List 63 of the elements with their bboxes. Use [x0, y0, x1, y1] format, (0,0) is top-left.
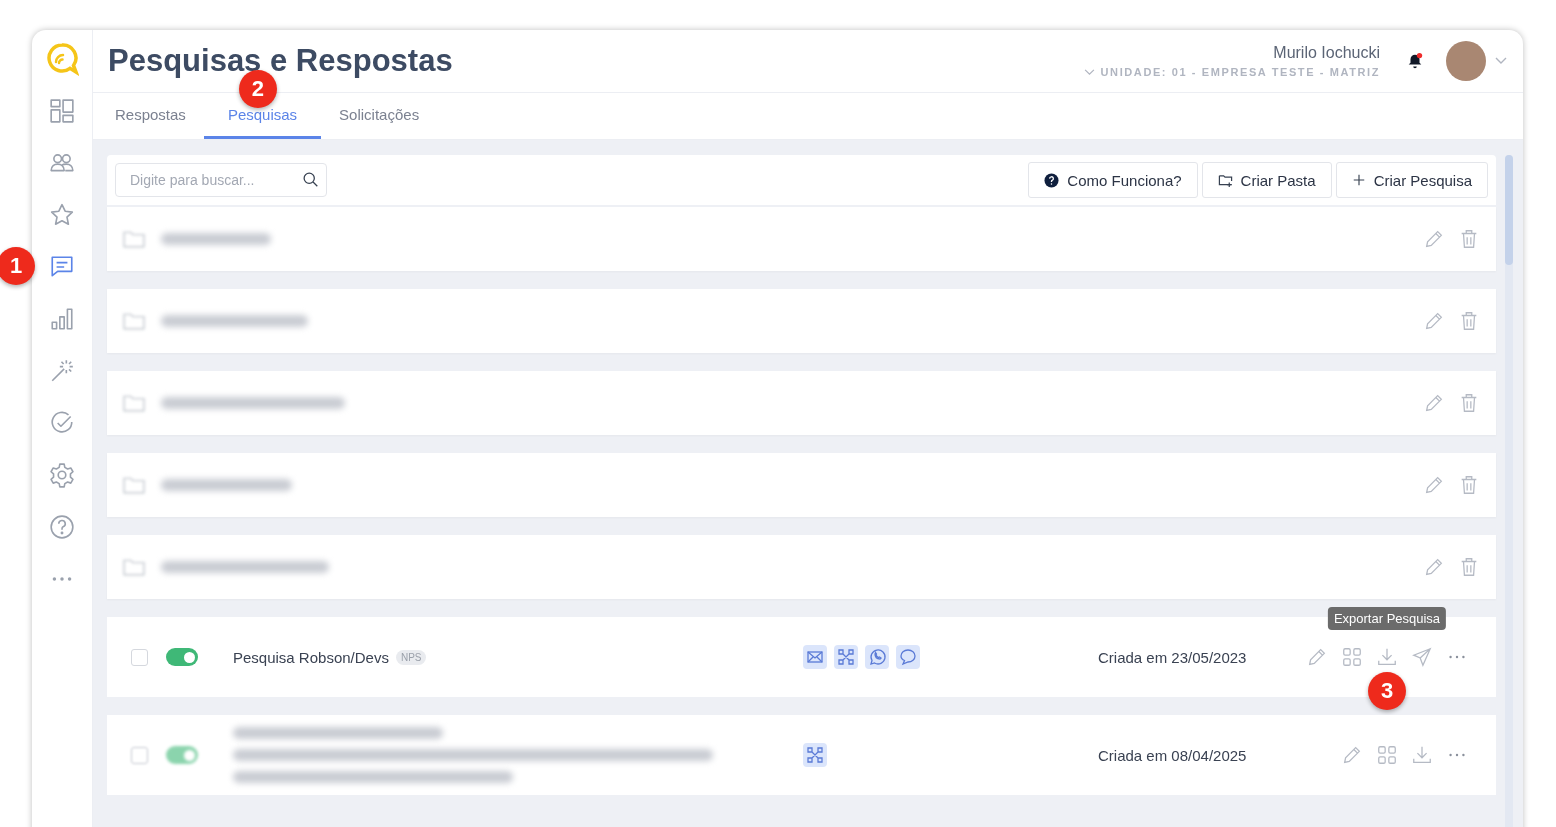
creation-date: Criada em 23/05/2023	[1098, 648, 1248, 666]
tooltip: Exportar Pesquisa	[1327, 607, 1447, 630]
edit-icon[interactable]	[1423, 228, 1445, 250]
help-icon	[1044, 172, 1060, 188]
step-marker: 1	[0, 247, 35, 285]
edit-icon[interactable]	[1423, 556, 1445, 578]
magic-wand-icon[interactable]	[49, 358, 75, 384]
logo-icon	[45, 42, 79, 76]
create-survey-button[interactable]: Criar Pesquisa	[1335, 162, 1488, 198]
folder-row[interactable]	[107, 207, 1496, 271]
grid-icon[interactable]	[1341, 646, 1363, 668]
send-icon[interactable]	[1411, 646, 1433, 668]
email-icon	[803, 645, 827, 669]
qr-code-icon	[834, 645, 858, 669]
tab[interactable]: Solicitações	[321, 93, 438, 139]
step-marker: 3	[1368, 672, 1406, 710]
toggle-switch[interactable]	[166, 648, 198, 666]
avatar[interactable]	[1446, 41, 1486, 81]
dashboard-icon[interactable]	[49, 98, 75, 124]
folder-plus-icon	[1217, 172, 1233, 188]
whatsapp-icon	[865, 645, 889, 669]
folder-icon	[123, 394, 145, 412]
check-circle-icon[interactable]	[49, 410, 75, 436]
folder-row[interactable]	[107, 535, 1496, 599]
checkbox[interactable]	[131, 648, 148, 666]
step-marker: 2	[238, 70, 277, 108]
survey-title: Pesquisa Robson/Devs	[233, 648, 389, 666]
folder-row[interactable]	[107, 453, 1496, 517]
chevron-down-icon[interactable]	[1083, 68, 1095, 76]
download-icon[interactable]	[1376, 646, 1398, 668]
create-folder-button[interactable]: Criar Pasta	[1201, 162, 1332, 198]
folder-icon	[123, 230, 145, 248]
folder-icon	[123, 476, 145, 494]
search-field[interactable]: Digite para buscar...	[115, 163, 327, 197]
user-name: Murilo Iochucki	[1273, 44, 1380, 62]
settings-icon[interactable]	[49, 462, 75, 488]
folder-row[interactable]	[107, 289, 1496, 353]
qr-code-icon	[803, 743, 827, 767]
edit-icon[interactable]	[1306, 646, 1328, 668]
edit-icon[interactable]	[1341, 744, 1363, 766]
chevron-down-icon[interactable]	[1495, 57, 1507, 65]
folder-icon	[123, 558, 145, 576]
chat-bubble-icon	[896, 645, 920, 669]
plus-icon	[1351, 173, 1366, 187]
grid-icon[interactable]	[1376, 744, 1398, 766]
creation-date: Criada em 08/04/2025	[1098, 746, 1248, 764]
tab[interactable]: Respostas	[97, 93, 204, 139]
edit-icon[interactable]	[1423, 474, 1445, 496]
edit-icon[interactable]	[1423, 392, 1445, 414]
folder-icon	[123, 312, 145, 330]
notification-bell-icon[interactable]	[1406, 52, 1424, 70]
scrollbar-thumb[interactable]	[1505, 155, 1513, 265]
search-icon[interactable]	[302, 171, 319, 188]
unit-selector[interactable]: UNIDADE: 01 - EMPRESA TESTE - MATRIZ	[1100, 66, 1380, 78]
download-icon[interactable]	[1411, 744, 1433, 766]
folder-row[interactable]	[107, 371, 1496, 435]
help-button[interactable]: Como Funciona?	[1028, 162, 1198, 198]
help-icon[interactable]	[49, 514, 75, 540]
edit-icon[interactable]	[1423, 310, 1445, 332]
survey-type-tag: NPS	[395, 649, 427, 665]
bar-chart-icon[interactable]	[49, 306, 75, 332]
toggle-switch[interactable]	[166, 746, 198, 764]
star-icon[interactable]	[49, 202, 75, 228]
